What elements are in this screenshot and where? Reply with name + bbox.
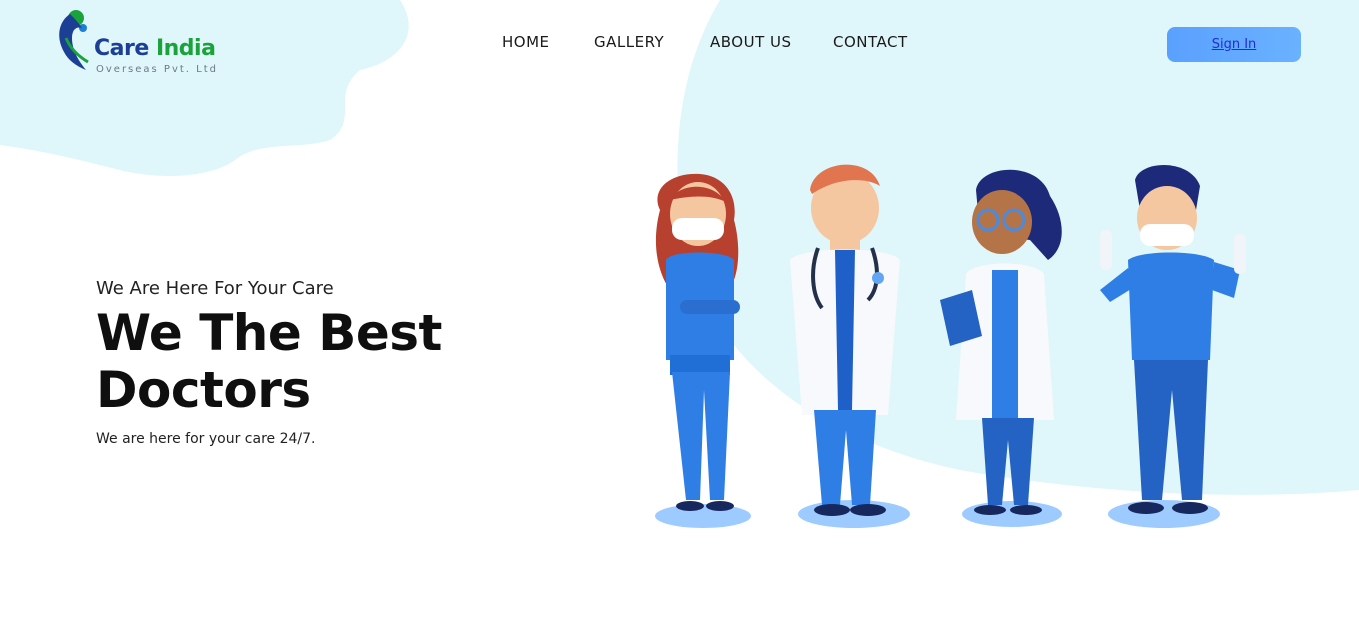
hero-description: We are here for your care 24/7. bbox=[96, 431, 316, 447]
brand-logo[interactable]: Care India Overseas Pvt. Ltd bbox=[56, 8, 256, 78]
brand-name-care: Care bbox=[94, 36, 149, 61]
female-doctor-figure bbox=[940, 169, 1062, 515]
doctors-illustration bbox=[655, 164, 1246, 528]
nav-gallery[interactable]: GALLERY bbox=[594, 33, 664, 51]
nav-contact[interactable]: CONTACT bbox=[833, 33, 908, 51]
hero-tagline: We Are Here For Your Care bbox=[96, 278, 334, 299]
male-doctor-figure bbox=[790, 164, 900, 516]
nav-home[interactable]: HOME bbox=[502, 33, 550, 51]
sign-in-button[interactable]: Sign In bbox=[1167, 27, 1301, 62]
brand-subtitle: Overseas Pvt. Ltd bbox=[96, 64, 218, 75]
hero-title: We The Best Doctors bbox=[96, 304, 442, 419]
brand-name: Care India bbox=[94, 36, 216, 61]
sign-in-link[interactable]: Sign In bbox=[1212, 37, 1257, 52]
brand-name-india: India bbox=[155, 36, 216, 61]
hero-section: We Are Here For Your Care We The Best Do… bbox=[96, 278, 456, 447]
nav-about-us[interactable]: ABOUT US bbox=[710, 33, 792, 51]
nurse-figure bbox=[655, 173, 740, 511]
surgeon-figure bbox=[1100, 164, 1246, 514]
logo-icon bbox=[59, 10, 89, 70]
